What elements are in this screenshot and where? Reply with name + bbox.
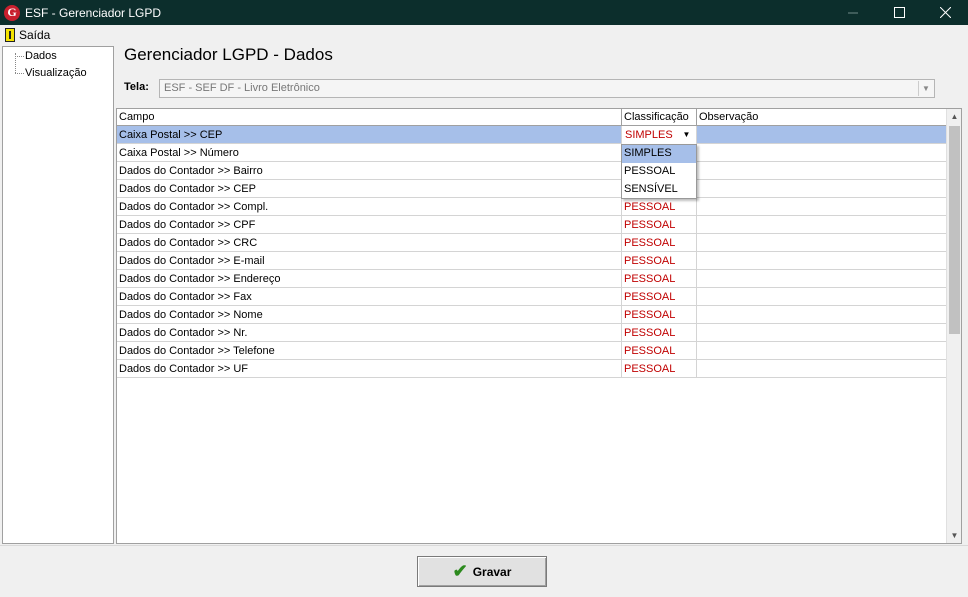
tela-label: Tela: — [124, 81, 149, 93]
cell-classificacao[interactable]: PESSOAL — [622, 198, 697, 216]
cell-classificacao[interactable]: PESSOAL — [622, 324, 697, 342]
cell-classificacao[interactable]: PESSOAL — [622, 216, 697, 234]
cell-campo[interactable]: Dados do Contador >> Fax — [117, 288, 622, 306]
cell-classificacao[interactable]: PESSOAL — [622, 342, 697, 360]
page-title: Gerenciador LGPD - Dados — [124, 45, 333, 64]
cell-observacao[interactable] — [697, 252, 947, 270]
column-header-classificacao[interactable]: Classificação — [622, 109, 697, 126]
cell-campo[interactable]: Dados do Contador >> CRC — [117, 234, 622, 252]
minimize-button[interactable] — [830, 0, 876, 25]
table-row[interactable]: Dados do Contador >> CEP — [117, 180, 947, 198]
tree-item-visualizacao[interactable]: Visualização — [25, 67, 87, 79]
cell-campo[interactable]: Dados do Contador >> UF — [117, 360, 622, 378]
dropdown-option-sensivel[interactable]: SENSÍVEL — [622, 181, 696, 199]
cell-observacao[interactable] — [697, 342, 947, 360]
data-grid: Campo Classificação Observação Caixa Pos… — [116, 108, 962, 544]
table-row[interactable]: Dados do Contador >> CRC PESSOAL — [117, 234, 947, 252]
table-row[interactable]: Dados do Contador >> CPF PESSOAL — [117, 216, 947, 234]
chevron-down-icon[interactable]: ▼ — [679, 127, 694, 142]
cell-observacao[interactable] — [697, 360, 947, 378]
tela-select[interactable]: ESF - SEF DF - Livro Eletrônico ▼ — [159, 79, 935, 98]
close-button[interactable] — [922, 0, 968, 25]
cell-campo[interactable]: Dados do Contador >> Nr. — [117, 324, 622, 342]
close-icon — [939, 7, 951, 18]
vertical-scrollbar[interactable]: ▲ ▼ — [946, 109, 961, 543]
grid-header: Campo Classificação Observação — [117, 109, 947, 126]
cell-observacao[interactable] — [697, 324, 947, 342]
cell-campo[interactable]: Dados do Contador >> Nome — [117, 306, 622, 324]
scroll-thumb[interactable] — [949, 126, 960, 334]
title-bar: G ESF - Gerenciador LGPD — [0, 0, 968, 25]
maximize-button[interactable] — [876, 0, 922, 25]
cell-classificacao[interactable]: PESSOAL — [622, 360, 697, 378]
cell-observacao[interactable] — [697, 288, 947, 306]
menu-exit[interactable]: Saída — [19, 28, 50, 42]
cell-campo[interactable]: Dados do Contador >> Bairro — [117, 162, 622, 180]
cell-observacao[interactable] — [697, 234, 947, 252]
cell-observacao[interactable] — [697, 144, 947, 162]
window-title: ESF - Gerenciador LGPD — [25, 5, 162, 20]
cell-observacao[interactable] — [697, 270, 947, 288]
cell-observacao[interactable] — [697, 306, 947, 324]
cell-campo[interactable]: Dados do Contador >> Endereço — [117, 270, 622, 288]
tree-item-dados[interactable]: Dados — [25, 50, 57, 62]
column-header-observacao[interactable]: Observação — [697, 109, 947, 126]
table-row[interactable]: Dados do Contador >> Endereço PESSOAL — [117, 270, 947, 288]
footer-panel: ✔ Gravar — [0, 545, 968, 597]
save-button-label: Gravar — [472, 564, 512, 579]
cell-classificacao[interactable]: PESSOAL — [622, 306, 697, 324]
menu-bar: Saída — [0, 25, 968, 45]
scroll-up-icon[interactable]: ▲ — [947, 109, 961, 124]
cell-classificacao[interactable]: PESSOAL — [622, 270, 697, 288]
cell-campo[interactable]: Dados do Contador >> CPF — [117, 216, 622, 234]
table-row[interactable]: Caixa Postal >> Número — [117, 144, 947, 162]
column-header-campo[interactable]: Campo — [117, 109, 622, 126]
cell-observacao[interactable] — [697, 216, 947, 234]
exit-door-icon[interactable] — [5, 28, 15, 42]
tela-select-value: ESF - SEF DF - Livro Eletrônico — [164, 82, 320, 94]
maximize-icon — [893, 7, 905, 18]
table-row[interactable]: Dados do Contador >> Telefone PESSOAL — [117, 342, 947, 360]
cell-observacao[interactable] — [697, 180, 947, 198]
minimize-icon — [848, 12, 858, 13]
table-row[interactable]: Dados do Contador >> Bairro — [117, 162, 947, 180]
cell-classificacao[interactable]: PESSOAL — [622, 288, 697, 306]
table-row[interactable]: Caixa Postal >> CEP SIMPLES ▼ — [117, 126, 947, 144]
scroll-down-icon[interactable]: ▼ — [947, 528, 961, 543]
tree-connector — [15, 73, 24, 74]
app-logo-icon: G — [4, 4, 20, 21]
cell-campo[interactable]: Dados do Contador >> E-mail — [117, 252, 622, 270]
classificacao-dropdown-list: SIMPLES PESSOAL SENSÍVEL — [621, 144, 697, 199]
cell-campo[interactable]: Dados do Contador >> CEP — [117, 180, 622, 198]
table-row[interactable]: Dados do Contador >> Fax PESSOAL — [117, 288, 947, 306]
cell-campo[interactable]: Dados do Contador >> Telefone — [117, 342, 622, 360]
classificacao-value: SIMPLES — [625, 129, 673, 141]
tree-connector — [15, 56, 24, 57]
cell-classificacao[interactable]: PESSOAL — [622, 234, 697, 252]
chevron-down-icon[interactable]: ▼ — [918, 81, 933, 96]
table-row[interactable]: Dados do Contador >> Compl. PESSOAL — [117, 198, 947, 216]
cell-campo[interactable]: Caixa Postal >> Número — [117, 144, 622, 162]
cell-observacao[interactable] — [697, 198, 947, 216]
table-row[interactable]: Dados do Contador >> Nr. PESSOAL — [117, 324, 947, 342]
cell-campo[interactable]: Dados do Contador >> Compl. — [117, 198, 622, 216]
navigation-tree: Dados Visualização — [2, 46, 114, 544]
save-button[interactable]: ✔ Gravar — [417, 556, 547, 587]
cell-classificacao[interactable]: PESSOAL — [622, 252, 697, 270]
checkmark-icon: ✔ — [452, 561, 468, 581]
table-row[interactable]: Dados do Contador >> E-mail PESSOAL — [117, 252, 947, 270]
cell-campo[interactable]: Caixa Postal >> CEP — [117, 126, 622, 144]
table-row[interactable]: Dados do Contador >> UF PESSOAL — [117, 360, 947, 378]
cell-observacao[interactable] — [697, 162, 947, 180]
dropdown-option-simples[interactable]: SIMPLES — [622, 145, 696, 163]
dropdown-option-pessoal[interactable]: PESSOAL — [622, 163, 696, 181]
table-row[interactable]: Dados do Contador >> Nome PESSOAL — [117, 306, 947, 324]
cell-classificacao-editor[interactable]: SIMPLES ▼ — [622, 126, 697, 144]
cell-observacao[interactable] — [697, 126, 947, 144]
